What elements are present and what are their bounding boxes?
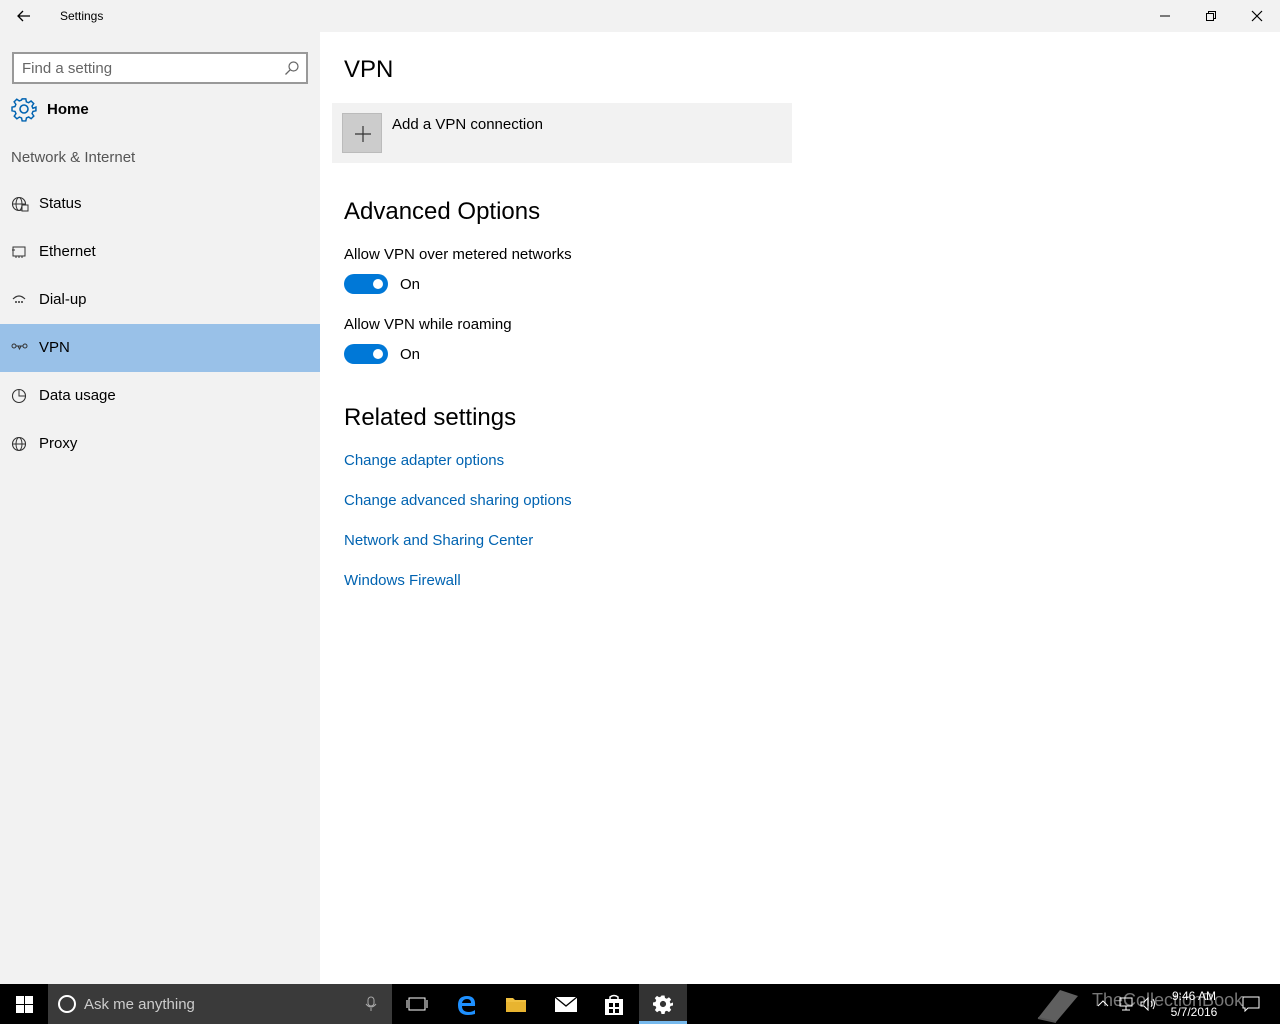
globe-icon xyxy=(11,436,27,452)
close-button[interactable] xyxy=(1234,0,1280,32)
settings-taskbar-button[interactable] xyxy=(639,984,687,1024)
task-view-icon xyxy=(406,997,428,1011)
settings-gear-icon xyxy=(653,995,673,1014)
roaming-toggle[interactable] xyxy=(344,344,388,364)
book-watermark-icon xyxy=(1037,990,1078,1023)
home-button[interactable]: Home xyxy=(0,94,320,124)
notification-icon xyxy=(1242,996,1260,1012)
store-button[interactable] xyxy=(589,984,637,1024)
link-network-sharing-center[interactable]: Network and Sharing Center xyxy=(344,532,533,549)
sidebar-item-status[interactable]: Status xyxy=(0,180,320,228)
edge-button[interactable] xyxy=(442,984,490,1024)
clock-date: 5/7/2016 xyxy=(1170,1005,1218,1019)
cortana-search-text: Ask me anything xyxy=(84,996,195,1013)
search-box[interactable] xyxy=(12,52,308,84)
sidebar-item-label: Status xyxy=(39,195,82,212)
link-change-advanced-sharing[interactable]: Change advanced sharing options xyxy=(344,492,572,509)
close-icon xyxy=(1251,10,1263,22)
network-icon xyxy=(1119,997,1133,1011)
plus-icon-box xyxy=(342,113,382,153)
search-input[interactable] xyxy=(22,58,282,78)
section-label: Network & Internet xyxy=(11,149,136,166)
toggle-knob xyxy=(373,279,383,289)
search-icon xyxy=(285,61,299,75)
sidebar-item-label: Proxy xyxy=(39,435,78,452)
volume-icon xyxy=(1140,997,1155,1011)
window-title: Settings xyxy=(60,9,104,23)
folder-icon xyxy=(506,998,526,1012)
gear-icon xyxy=(11,98,37,122)
task-view-button[interactable] xyxy=(392,984,440,1024)
minimize-button[interactable] xyxy=(1142,0,1188,32)
taskbar: Ask me anything TheCollectionBook 9:46 A… xyxy=(0,984,1280,1024)
globe-status-icon xyxy=(11,196,29,212)
store-icon xyxy=(605,994,623,1015)
mail-icon xyxy=(554,996,578,1012)
network-tray-button[interactable] xyxy=(1116,984,1136,1024)
link-windows-firewall[interactable]: Windows Firewall xyxy=(344,572,461,589)
data-usage-icon xyxy=(11,388,27,404)
sidebar-item-ethernet[interactable]: Ethernet xyxy=(0,228,320,276)
dialup-icon xyxy=(12,295,26,303)
cortana-icon xyxy=(58,995,76,1013)
restore-button[interactable] xyxy=(1188,0,1234,32)
show-hidden-icons-button[interactable] xyxy=(1094,984,1112,1024)
sidebar-item-vpn[interactable]: VPN xyxy=(0,324,320,372)
plus-icon xyxy=(355,126,371,142)
back-button[interactable] xyxy=(10,4,38,28)
roaming-option-label: Allow VPN while roaming xyxy=(344,316,512,333)
clock-time: 9:46 AM xyxy=(1171,989,1217,1003)
vpn-icon xyxy=(11,343,28,351)
advanced-options-heading: Advanced Options xyxy=(344,198,541,225)
sidebar-item-label: VPN xyxy=(39,339,70,356)
action-center-button[interactable] xyxy=(1238,984,1264,1024)
add-vpn-button[interactable]: Add a VPN connection xyxy=(332,103,792,163)
ethernet-icon xyxy=(12,246,26,258)
sidebar-item-proxy[interactable]: Proxy xyxy=(0,420,320,468)
add-vpn-label: Add a VPN connection xyxy=(392,116,543,133)
cortana-search-box[interactable]: Ask me anything xyxy=(48,984,392,1024)
back-arrow-icon xyxy=(17,10,30,22)
metered-toggle[interactable] xyxy=(344,274,388,294)
main-content: VPN Add a VPN connection Advanced Option… xyxy=(320,32,1280,984)
toggle-knob xyxy=(373,349,383,359)
mail-button[interactable] xyxy=(540,984,588,1024)
restore-icon xyxy=(1206,11,1216,21)
edge-icon xyxy=(458,996,476,1015)
volume-tray-button[interactable] xyxy=(1138,984,1158,1024)
sidebar: Home Network & Internet Status Ethernet … xyxy=(0,32,320,984)
page-title: VPN xyxy=(344,56,394,83)
title-bar: Settings xyxy=(0,0,1280,32)
roaming-toggle-state: On xyxy=(400,346,421,363)
file-explorer-button[interactable] xyxy=(491,984,539,1024)
sidebar-item-dialup[interactable]: Dial-up xyxy=(0,276,320,324)
sidebar-item-label: Ethernet xyxy=(39,243,96,260)
sidebar-item-label: Dial-up xyxy=(39,291,87,308)
minimize-icon xyxy=(1160,15,1170,17)
metered-option-label: Allow VPN over metered networks xyxy=(344,246,572,263)
chevron-up-icon xyxy=(1097,1000,1109,1007)
related-settings-heading: Related settings xyxy=(344,404,517,431)
system-clock[interactable]: 9:46 AM 5/7/2016 xyxy=(1158,988,1230,1020)
sidebar-item-label: Data usage xyxy=(39,387,116,404)
metered-toggle-state: On xyxy=(400,276,421,293)
link-change-adapter-options[interactable]: Change adapter options xyxy=(344,452,504,469)
sidebar-item-data-usage[interactable]: Data usage xyxy=(0,372,320,420)
windows-logo-icon xyxy=(16,996,33,1013)
start-button[interactable] xyxy=(0,984,48,1024)
home-label: Home xyxy=(47,101,89,118)
microphone-icon xyxy=(365,996,377,1011)
